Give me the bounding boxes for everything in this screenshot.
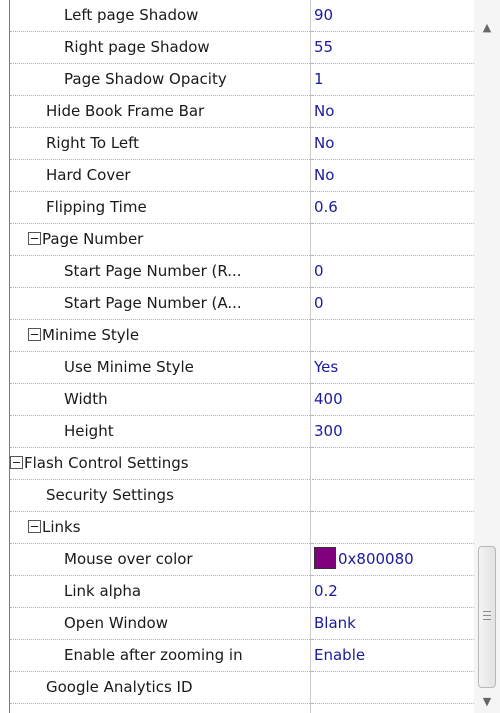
category-label: Links [42,518,81,536]
row-hard-cover[interactable]: Hard Cover No [10,160,476,192]
row-start-page-number-r[interactable]: Start Page Number (R... 0 [10,256,476,288]
scroll-up-arrow-icon[interactable]: ▲ [474,16,500,38]
property-value[interactable]: 0 [312,256,476,288]
property-value[interactable]: Blank [312,608,476,640]
property-label: Left page Shadow [10,0,364,32]
collapse-minus-box-icon[interactable] [10,456,23,469]
property-value[interactable] [312,480,476,512]
row-google-analytics-id[interactable]: Google Analytics ID [10,672,476,704]
property-label: Open Window [10,608,364,640]
row-mouse-over-color[interactable]: Mouse over color 0x800080 [10,544,474,576]
row-flipping-time[interactable]: Flipping Time 0.6 [10,192,476,224]
category-value [312,448,474,480]
property-label: Use Minime Style [10,352,364,384]
property-label: Start Page Number (A... [10,288,364,320]
property-label: Start Page Number (R... [10,256,364,288]
row-right-to-left[interactable]: Right To Left No [10,128,476,160]
color-hex-value: 0x800080 [338,550,414,568]
vertical-scrollbar[interactable]: ▲ ▼ [474,0,500,713]
scrollbar-thumb[interactable] [478,546,496,688]
property-value[interactable]: No [312,160,476,192]
property-label: Hard Cover [10,160,346,192]
property-value[interactable]: 300 [312,416,476,448]
property-value[interactable]: 55 [312,32,476,64]
property-label: Page Shadow Opacity [10,64,364,96]
collapse-minus-box-icon[interactable] [28,328,41,341]
property-label: Enable after zooming in [10,640,364,672]
category-value [312,512,474,544]
category-label: Page Number [42,230,144,248]
property-label: Hide Book Frame Bar [10,96,346,128]
category-label: Minime Style [42,326,140,344]
category-label: Flash Control Settings [24,454,189,472]
category-value [312,224,474,256]
property-value[interactable]: 0.6 [312,192,476,224]
category-page-number[interactable]: Page Number [10,224,474,256]
collapse-minus-box-icon[interactable] [28,232,41,245]
category-minime-style[interactable]: Minime Style [10,320,474,352]
scroll-down-arrow-icon[interactable]: ▼ [474,690,500,712]
category-label-wrap: Flash Control Settings [10,448,310,480]
row-page-shadow-opacity[interactable]: Page Shadow Opacity 1 [10,64,476,96]
collapse-minus-box-icon[interactable] [28,520,41,533]
property-label: Security Settings [10,480,346,512]
property-value[interactable]: 0.2 [312,576,476,608]
property-label: Width [10,384,364,416]
property-value[interactable]: 0 [312,288,476,320]
row-left-page-shadow[interactable]: Left page Shadow 90 [10,0,476,32]
row-right-page-shadow[interactable]: Right page Shadow 55 [10,32,476,64]
property-grid-panel: Left page Shadow 90 Right page Shadow 55… [0,0,500,713]
category-value [312,320,474,352]
category-label-wrap: Page Number [10,224,328,256]
row-security-settings[interactable]: Security Settings [10,480,476,512]
property-label: Right page Shadow [10,32,364,64]
category-links[interactable]: Links [10,512,474,544]
property-label: Right To Left [10,128,346,160]
property-value[interactable]: 1 [312,64,476,96]
row-enable-after-zooming-in[interactable]: Enable after zooming in Enable [10,640,476,672]
property-value[interactable]: 90 [312,0,476,32]
property-label: Link alpha [10,576,364,608]
property-value[interactable]: Yes [312,352,476,384]
property-label: Height [10,416,364,448]
property-label: Flipping Time [10,192,346,224]
property-label: Google Analytics ID [10,672,346,704]
row-height[interactable]: Height 300 [10,416,476,448]
grip-icon [483,611,491,620]
row-use-minime-style[interactable]: Use Minime Style Yes [10,352,476,384]
property-value[interactable]: No [312,128,476,160]
property-value[interactable] [312,672,476,704]
category-label-wrap: Links [10,512,328,544]
property-label: Mouse over color [10,544,364,576]
category-flash-control-settings[interactable]: Flash Control Settings [10,448,474,480]
row-open-window[interactable]: Open Window Blank [10,608,476,640]
property-value[interactable]: Enable [312,640,476,672]
row-start-page-number-a[interactable]: Start Page Number (A... 0 [10,288,476,320]
property-value[interactable]: 400 [312,384,476,416]
row-link-alpha[interactable]: Link alpha 0.2 [10,576,476,608]
property-value[interactable]: No [312,96,476,128]
row-width[interactable]: Width 400 [10,384,476,416]
category-label-wrap: Minime Style [10,320,328,352]
color-swatch[interactable] [314,547,336,569]
row-hide-book-frame-bar[interactable]: Hide Book Frame Bar No [10,96,476,128]
property-value-color[interactable]: 0x800080 [312,544,474,576]
